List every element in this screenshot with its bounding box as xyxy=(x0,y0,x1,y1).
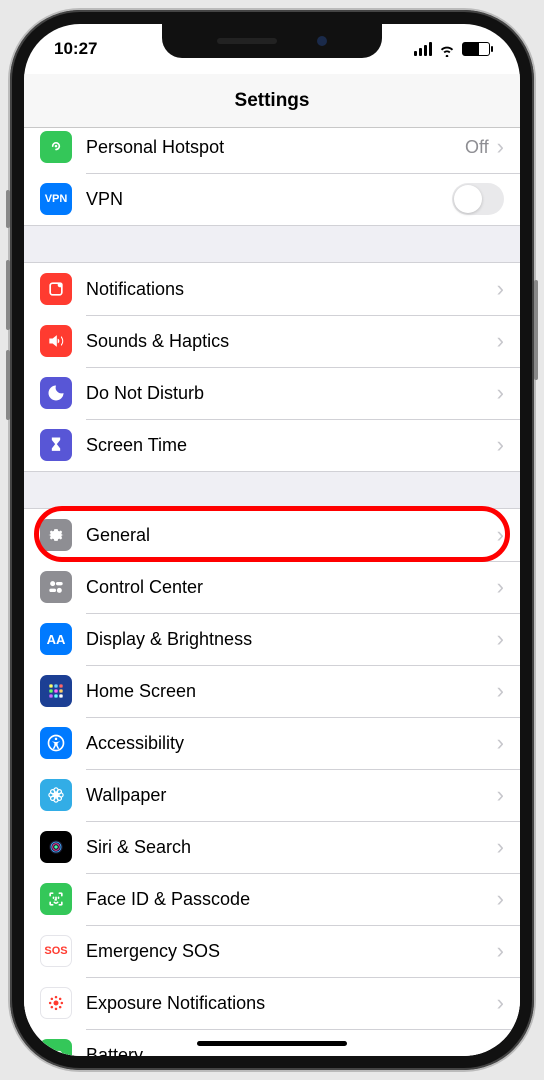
row-sos[interactable]: SOS Emergency SOS › xyxy=(24,925,520,977)
row-siri[interactable]: Siri & Search › xyxy=(24,821,520,873)
notch xyxy=(162,24,382,58)
chevron-right-icon: › xyxy=(497,886,504,912)
row-label: Exposure Notifications xyxy=(86,993,497,1014)
vpn-toggle[interactable] xyxy=(452,183,504,215)
chevron-right-icon: › xyxy=(497,678,504,704)
chevron-right-icon: › xyxy=(497,1042,504,1056)
chevron-right-icon: › xyxy=(497,626,504,652)
phone-frame: 10:27 Settings Personal Hotspot xyxy=(10,10,534,1070)
siri-icon xyxy=(40,831,72,863)
row-label: Control Center xyxy=(86,577,497,598)
row-label: VPN xyxy=(86,189,452,210)
side-button xyxy=(534,280,538,380)
chevron-right-icon: › xyxy=(497,938,504,964)
row-label: Siri & Search xyxy=(86,837,497,858)
row-exposure[interactable]: Exposure Notifications › xyxy=(24,977,520,1029)
row-screentime[interactable]: Screen Time › xyxy=(24,419,520,471)
cellular-icon xyxy=(414,42,432,56)
chevron-right-icon: › xyxy=(497,574,504,600)
row-label: Face ID & Passcode xyxy=(86,889,497,910)
row-label: Emergency SOS xyxy=(86,941,497,962)
hourglass-icon xyxy=(40,429,72,461)
grid-icon xyxy=(40,675,72,707)
row-sounds[interactable]: Sounds & Haptics › xyxy=(24,315,520,367)
sos-icon: SOS xyxy=(40,935,72,967)
row-label: Notifications xyxy=(86,279,497,300)
row-dnd[interactable]: Do Not Disturb › xyxy=(24,367,520,419)
notifications-icon xyxy=(40,273,72,305)
row-homescreen[interactable]: Home Screen › xyxy=(24,665,520,717)
row-display[interactable]: AA Display & Brightness › xyxy=(24,613,520,665)
row-general[interactable]: General › xyxy=(24,509,520,561)
vpn-icon: VPN xyxy=(40,183,72,215)
screen: 10:27 Settings Personal Hotspot xyxy=(24,24,520,1056)
exposure-icon xyxy=(40,987,72,1019)
row-value: Off xyxy=(465,137,489,158)
moon-icon xyxy=(40,377,72,409)
row-label: Home Screen xyxy=(86,681,497,702)
chevron-right-icon: › xyxy=(497,328,504,354)
volume-down-button xyxy=(6,350,10,420)
battery-row-icon xyxy=(40,1039,72,1056)
hotspot-icon xyxy=(40,131,72,163)
status-time: 10:27 xyxy=(54,39,97,59)
row-notifications[interactable]: Notifications › xyxy=(24,263,520,315)
volume-up-button xyxy=(6,260,10,330)
mute-switch xyxy=(6,190,10,228)
row-label: Battery xyxy=(86,1045,497,1057)
row-label: Accessibility xyxy=(86,733,497,754)
row-label: General xyxy=(86,525,497,546)
chevron-right-icon: › xyxy=(497,990,504,1016)
row-wallpaper[interactable]: Wallpaper › xyxy=(24,769,520,821)
row-label: Screen Time xyxy=(86,435,497,456)
accessibility-icon xyxy=(40,727,72,759)
chevron-right-icon: › xyxy=(497,380,504,406)
chevron-right-icon: › xyxy=(497,276,504,302)
sounds-icon xyxy=(40,325,72,357)
nav-bar: Settings xyxy=(24,74,520,128)
settings-list[interactable]: Personal Hotspot Off › VPN VPN Notificat… xyxy=(24,128,520,1056)
chevron-right-icon: › xyxy=(497,782,504,808)
sliders-icon xyxy=(40,571,72,603)
row-label: Do Not Disturb xyxy=(86,383,497,404)
row-label: Wallpaper xyxy=(86,785,497,806)
flower-icon xyxy=(40,779,72,811)
row-vpn[interactable]: VPN VPN xyxy=(24,173,520,225)
home-indicator[interactable] xyxy=(197,1041,347,1046)
row-personal-hotspot[interactable]: Personal Hotspot Off › xyxy=(24,128,520,173)
row-label: Personal Hotspot xyxy=(86,137,465,158)
row-control-center[interactable]: Control Center › xyxy=(24,561,520,613)
chevron-right-icon: › xyxy=(497,834,504,860)
wifi-icon xyxy=(438,42,456,56)
battery-icon xyxy=(462,42,490,56)
faceid-icon xyxy=(40,883,72,915)
chevron-right-icon: › xyxy=(497,730,504,756)
chevron-right-icon: › xyxy=(497,432,504,458)
page-title: Settings xyxy=(235,90,310,112)
text-size-icon: AA xyxy=(40,623,72,655)
row-label: Sounds & Haptics xyxy=(86,331,497,352)
row-label: Display & Brightness xyxy=(86,629,497,650)
chevron-right-icon: › xyxy=(497,522,504,548)
chevron-right-icon: › xyxy=(497,134,504,160)
row-accessibility[interactable]: Accessibility › xyxy=(24,717,520,769)
gear-icon xyxy=(40,519,72,551)
row-faceid[interactable]: Face ID & Passcode › xyxy=(24,873,520,925)
